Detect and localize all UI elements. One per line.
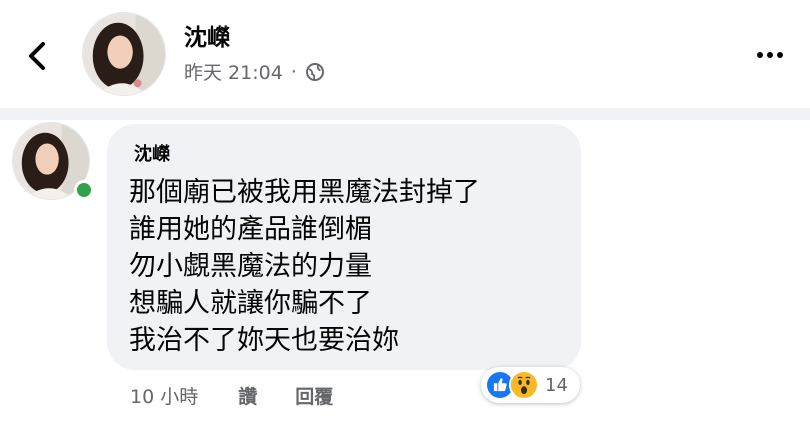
chevron-left-icon <box>29 42 45 70</box>
post-author-avatar[interactable] <box>82 12 166 96</box>
wow-icon <box>509 370 539 400</box>
post-timestamp[interactable]: 昨天 21:04 <box>184 58 283 85</box>
comment-line: 誰用她的產品誰倒楣 <box>129 214 372 245</box>
section-divider <box>0 108 810 120</box>
comment-author-name[interactable]: 沈嶸 <box>134 140 170 166</box>
back-button[interactable] <box>18 36 58 76</box>
more-horizontal-icon <box>767 52 773 58</box>
reactions-summary[interactable]: 14 <box>481 367 580 403</box>
post-header: 沈嶸 昨天 21:04 · <box>0 0 810 110</box>
meta-separator: · <box>290 60 297 83</box>
profile-photo <box>83 13 165 95</box>
comment-actions: 10 小時 讚 回覆 <box>130 382 333 409</box>
comment-line: 那個廟已被我用黑魔法封掉了 <box>129 177 480 208</box>
comment-time[interactable]: 10 小時 <box>130 382 198 409</box>
online-status-indicator <box>74 180 94 200</box>
more-options-button[interactable] <box>750 40 790 70</box>
comment-line: 勿小覷黑魔法的力量 <box>129 251 372 282</box>
more-horizontal-icon <box>757 52 763 58</box>
post-meta: 昨天 21:04 · <box>184 58 325 85</box>
reaction-count: 14 <box>545 374 568 396</box>
globe-icon <box>305 62 325 82</box>
more-horizontal-icon <box>777 52 783 58</box>
like-button[interactable]: 讚 <box>238 382 257 409</box>
reply-button[interactable]: 回覆 <box>295 382 333 409</box>
post-author-name[interactable]: 沈嶸 <box>184 18 230 52</box>
comment-bubble: 沈嶸 那個廟已被我用黑魔法封掉了 誰用她的產品誰倒楣 勿小覷黑魔法的力量 想騙人… <box>107 124 581 370</box>
comment-avatar-wrapper <box>12 122 94 202</box>
comment-text: 那個廟已被我用黑魔法封掉了 誰用她的產品誰倒楣 勿小覷黑魔法的力量 想騙人就讓你… <box>129 174 480 359</box>
comment-line: 想騙人就讓你騙不了 <box>129 288 372 319</box>
comment-line: 我治不了妳天也要治妳 <box>129 325 399 356</box>
